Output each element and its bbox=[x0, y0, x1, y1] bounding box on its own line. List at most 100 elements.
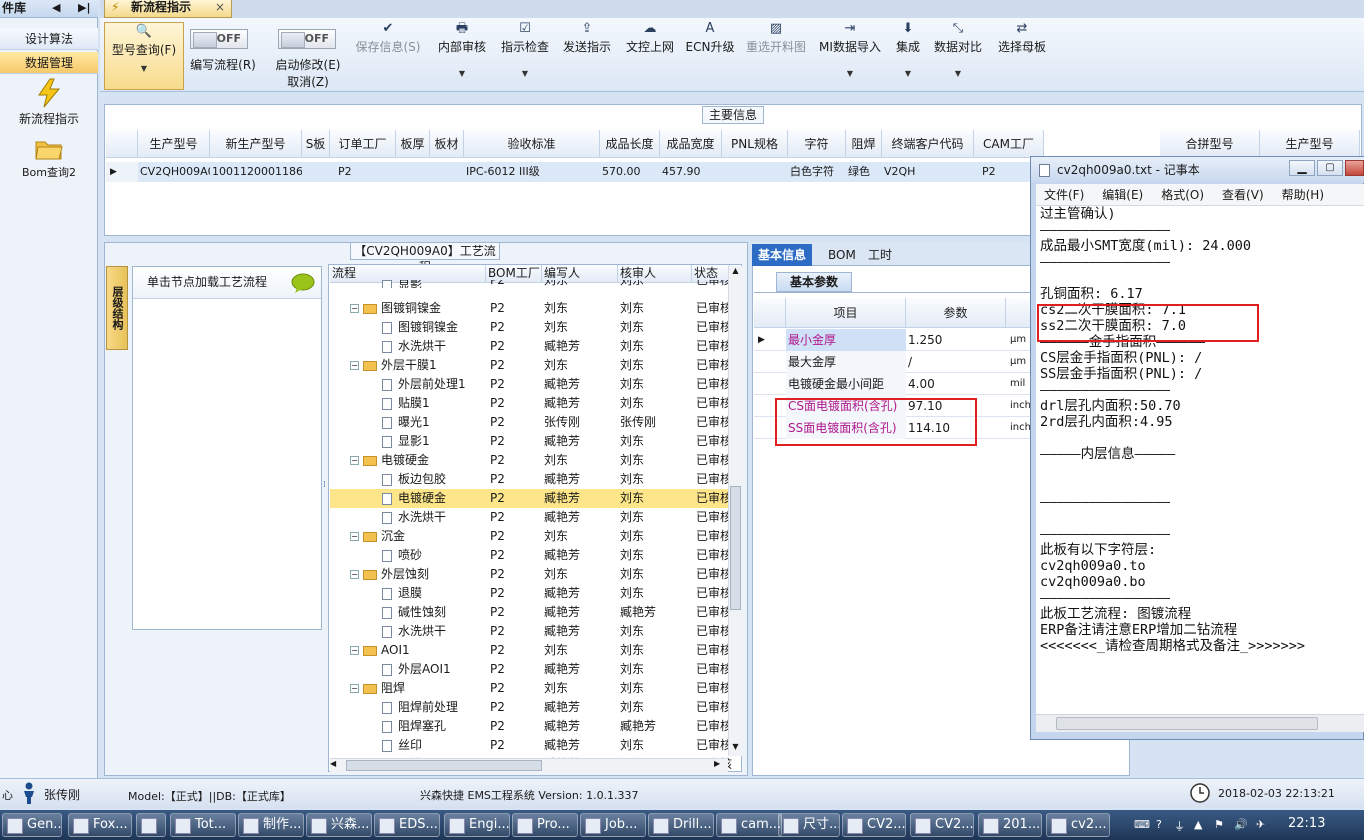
doc-online-button[interactable]: ☁ 文控上网 bbox=[622, 20, 678, 88]
main-col-header[interactable]: 终端客户代码 bbox=[882, 130, 974, 158]
scroll-right-icon[interactable]: ▶ bbox=[714, 759, 720, 768]
collapse-icon[interactable]: − bbox=[350, 304, 359, 313]
dropdown-arrow-icon[interactable]: ▼ bbox=[434, 69, 490, 78]
collapse-icon[interactable]: − bbox=[350, 532, 359, 541]
collapse-icon[interactable]: − bbox=[350, 570, 359, 579]
main-col-header[interactable]: 阻焊 bbox=[846, 130, 882, 158]
main-col-header[interactable]: 成品长度 bbox=[600, 130, 660, 158]
save-info-button[interactable]: ✔ 保存信息(S) bbox=[352, 20, 424, 88]
internal-review-button[interactable]: 🖶 内部审核 ▼ bbox=[434, 20, 490, 88]
production-model-header-right[interactable]: 生产型号 bbox=[1260, 130, 1360, 158]
scroll-down-icon[interactable]: ▼ bbox=[730, 742, 741, 756]
tree-row[interactable]: − 外层干膜1 P2 刘东 刘东 已审核 bbox=[330, 356, 732, 375]
scroll-up-icon[interactable]: ▲ bbox=[730, 266, 741, 280]
main-col-header[interactable]: 板材 bbox=[430, 130, 464, 158]
instruction-check-button[interactable]: ☑ 指示检查 ▼ bbox=[498, 20, 552, 88]
tray-arrow-icon[interactable]: ▲ bbox=[1194, 818, 1202, 831]
main-cell[interactable] bbox=[302, 162, 330, 182]
tree-row[interactable]: 图镀铜镍金 P2 刘东 刘东 已审核 bbox=[330, 318, 732, 337]
dropdown-arrow-icon[interactable]: ▼ bbox=[816, 69, 884, 78]
design-algorithm-button[interactable]: 设计算法 bbox=[0, 28, 98, 50]
main-col-header[interactable]: 验收标准 bbox=[464, 130, 600, 158]
taskbar-item[interactable]: cv2... bbox=[1046, 813, 1110, 837]
cancel-label[interactable]: 取消(Z) bbox=[268, 73, 348, 90]
main-cell[interactable]: 457.90 bbox=[660, 162, 722, 182]
tree-row[interactable]: 外层前处理1 P2 臧艳芳 刘东 已审核 bbox=[330, 375, 732, 394]
collapse-icon[interactable]: − bbox=[350, 361, 359, 370]
tree-row[interactable]: 贴膜1 P2 臧艳芳 刘东 已审核 bbox=[330, 394, 732, 413]
merge-model-header[interactable]: 合拼型号 bbox=[1160, 130, 1260, 158]
scroll-left-icon[interactable]: ◀ bbox=[330, 759, 336, 768]
menu-file[interactable]: 文件(F) bbox=[1044, 188, 1084, 202]
reselect-cutting-button[interactable]: ▨ 重选开料图 bbox=[742, 20, 810, 88]
notepad-hscroll-thumb[interactable] bbox=[1056, 717, 1318, 730]
taskbar-item[interactable] bbox=[136, 813, 166, 837]
tree-row[interactable]: 水洗烘干 P2 臧艳芳 刘东 已审核 bbox=[330, 508, 732, 527]
notepad-text-area[interactable]: 过主管确认) ———————————————— 成品最小SMT宽度(mil): … bbox=[1036, 206, 1364, 714]
item-header[interactable]: 项目 bbox=[786, 298, 906, 328]
basic-params-tab[interactable]: 基本参数 bbox=[776, 272, 852, 292]
tree-row[interactable]: 电镀硬金 P2 臧艳芳 刘东 已审核 bbox=[330, 489, 732, 508]
collapse-icon[interactable]: − bbox=[350, 646, 359, 655]
tree-row[interactable]: − 电镀硬金 P2 刘东 刘东 已审核 bbox=[330, 451, 732, 470]
taskbar-item[interactable]: EDS... bbox=[374, 813, 440, 837]
taskbar-item[interactable]: 制作... bbox=[238, 813, 304, 837]
flag-icon[interactable]: ⚑ bbox=[1214, 818, 1224, 831]
main-col-header[interactable]: 成品宽度 bbox=[660, 130, 722, 158]
tree-row[interactable]: − 阻焊 P2 刘东 刘东 已审核 bbox=[330, 679, 732, 698]
main-col-header[interactable]: PNL规格 bbox=[722, 130, 788, 158]
minimize-icon[interactable]: ▁ bbox=[1289, 160, 1315, 176]
menu-edit[interactable]: 编辑(E) bbox=[1102, 188, 1143, 202]
dropdown-arrow-icon[interactable]: ▼ bbox=[498, 69, 552, 78]
tree-row[interactable]: 丝印 P2 臧艳芳 刘东 已审核 bbox=[330, 736, 732, 755]
main-cell[interactable]: CV2QH009A0 bbox=[138, 162, 215, 182]
main-cell[interactable]: P2 bbox=[330, 162, 396, 182]
main-cell[interactable]: IPC-6012 III级 bbox=[464, 162, 600, 182]
integrate-button[interactable]: ⬇ 集成 ▼ bbox=[890, 20, 926, 88]
collapse-icon[interactable]: − bbox=[350, 684, 359, 693]
tree-vscroll-thumb[interactable] bbox=[730, 486, 741, 610]
main-col-header[interactable]: 生产型号 bbox=[138, 130, 210, 158]
tree-row[interactable]: 外层AOI1 P2 臧艳芳 刘东 已审核 bbox=[330, 660, 732, 679]
taskbar-item[interactable]: Pro... bbox=[512, 813, 578, 837]
tree-hscroll-thumb[interactable] bbox=[346, 760, 542, 771]
main-cell[interactable] bbox=[430, 162, 464, 182]
main-col-header[interactable]: S板 bbox=[302, 130, 330, 158]
taskbar-item[interactable]: 兴森... bbox=[306, 813, 372, 837]
new-process-item[interactable]: 新流程指示 bbox=[0, 78, 98, 127]
tree-row[interactable]: − AOI1 P2 刘东 刘东 已审核 bbox=[330, 641, 732, 660]
tree-vscroll[interactable]: ▲ ▼ bbox=[728, 266, 742, 756]
main-cell[interactable] bbox=[722, 162, 788, 182]
taskbar-item[interactable]: Gen... bbox=[2, 813, 62, 837]
menu-view[interactable]: 查看(V) bbox=[1222, 188, 1264, 202]
main-cell[interactable]: 10011200011863 bbox=[210, 162, 310, 182]
main-col-header[interactable]: 板厚 bbox=[396, 130, 430, 158]
tab-close-icon[interactable]: × bbox=[215, 0, 225, 14]
tab-basic-info[interactable]: 基本信息 bbox=[752, 244, 813, 266]
tree-row[interactable]: 水洗烘干 P2 臧艳芳 刘东 已审核 bbox=[330, 337, 732, 356]
dropdown-arrow-icon[interactable]: ▼ bbox=[890, 69, 926, 78]
bird-icon[interactable]: ✈ bbox=[1256, 818, 1265, 831]
tree-row[interactable]: 阻焊塞孔 P2 臧艳芳 臧艳芳 已审核 bbox=[330, 717, 732, 736]
taskbar-item[interactable]: CV2... bbox=[842, 813, 906, 837]
start-modify-toggle[interactable]: OFF bbox=[278, 29, 336, 49]
speaker-icon[interactable]: 🔊 bbox=[1234, 818, 1248, 831]
tree-row[interactable]: − 图镀铜镍金 P2 刘东 刘东 已审核 bbox=[330, 299, 732, 318]
main-col-header[interactable]: 字符 bbox=[788, 130, 846, 158]
main-col-header[interactable]: 订单工厂 bbox=[330, 130, 396, 158]
taskbar-item[interactable]: 201... bbox=[978, 813, 1042, 837]
collapse-icon[interactable]: − bbox=[350, 456, 359, 465]
taskbar-item[interactable]: Fox... bbox=[68, 813, 132, 837]
maximize-icon[interactable]: ▢ bbox=[1317, 160, 1343, 176]
taskbar-item[interactable]: Tot... bbox=[170, 813, 236, 837]
tree-row[interactable]: 显影 P2 刘东 刘东 已审核 bbox=[330, 280, 728, 288]
tree-row[interactable]: − 沉金 P2 刘东 刘东 已审核 bbox=[330, 527, 732, 546]
model-query-button[interactable]: 🔍 型号查询(F) ▼ bbox=[104, 22, 184, 90]
tab-work-hours[interactable]: 工时 bbox=[862, 244, 898, 266]
hierarchy-side-tab[interactable]: 层级结构 bbox=[106, 266, 128, 350]
main-col-header[interactable]: 新生产型号 bbox=[210, 130, 302, 158]
tab-bom[interactable]: BOM bbox=[822, 244, 862, 266]
tree-row[interactable]: 阻焊前处理 P2 臧艳芳 刘东 已审核 bbox=[330, 698, 732, 717]
taskbar-item[interactable]: Drill... bbox=[648, 813, 714, 837]
tab-new-process[interactable]: ⚡ 新流程指示 × bbox=[104, 0, 232, 18]
